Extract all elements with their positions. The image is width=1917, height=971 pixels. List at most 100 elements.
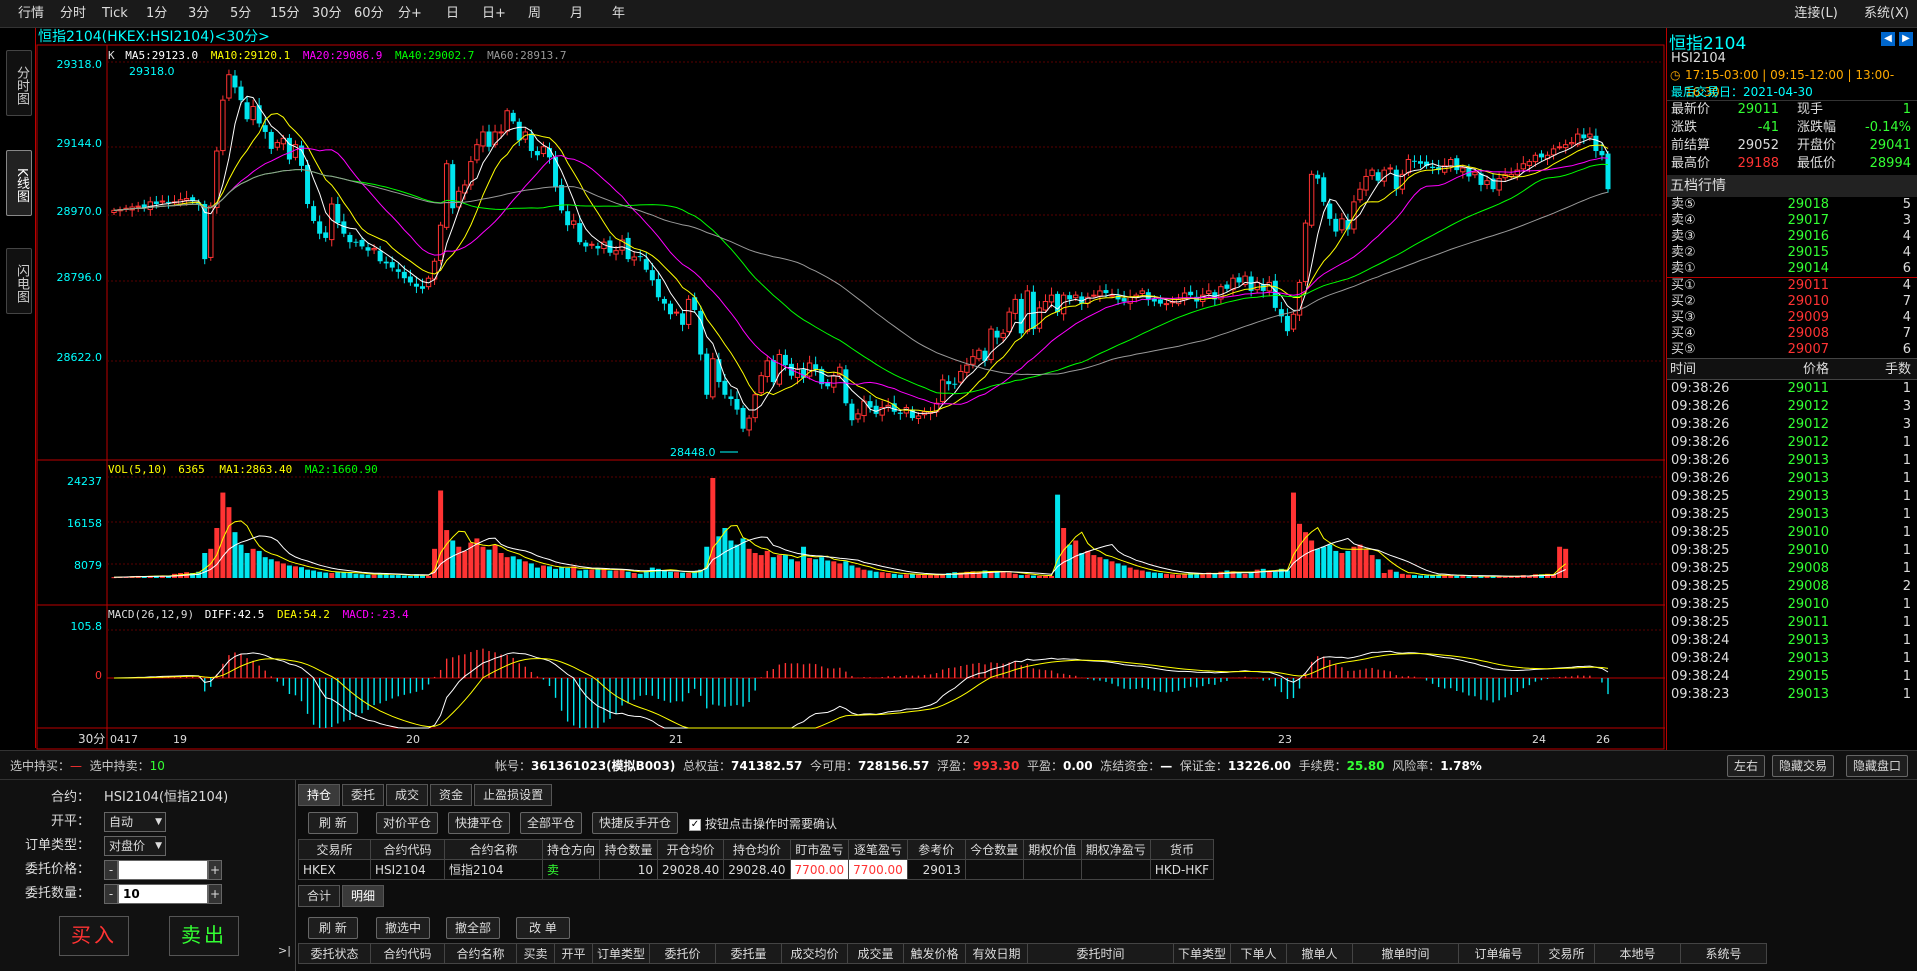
tab-day-plus[interactable]: 日+ (482, 0, 506, 28)
sidetab-timeshare[interactable]: 分时图 (6, 50, 32, 116)
price-increment-button[interactable]: + (208, 860, 222, 880)
column-header[interactable]: 有效日期 (965, 943, 1029, 964)
tab-day[interactable]: 日 (446, 0, 459, 28)
tab-1min[interactable]: 1分 (146, 0, 167, 28)
tab-tick[interactable]: Tick (102, 0, 128, 28)
cancel-selected-button[interactable]: 撤选中 (376, 917, 431, 939)
qty-increment-button[interactable]: + (208, 884, 222, 904)
refresh-orders-button[interactable]: 刷 新 (308, 917, 358, 939)
order-type-select[interactable]: 对盘价 ▼ (104, 836, 166, 856)
column-header[interactable]: 合约名称 (444, 839, 543, 860)
depth-row[interactable]: 买⑤ 29007 6 (1667, 342, 1917, 358)
depth-row[interactable]: 卖① 29014 6 (1667, 261, 1917, 277)
tab-timeshare[interactable]: 分时 (60, 0, 86, 28)
column-header[interactable]: 委托时间 (1027, 943, 1175, 964)
order-price-input[interactable] (118, 860, 208, 880)
system-menu[interactable]: 系统(X) (1864, 6, 1909, 21)
tab-funds[interactable]: 资金 (430, 784, 473, 806)
collapse-panel-icon[interactable]: >| (278, 944, 291, 957)
column-header[interactable]: 撤单人 (1286, 943, 1354, 964)
qty-decrement-button[interactable]: - (104, 884, 118, 904)
depth-row[interactable]: 卖② 29015 4 (1667, 245, 1917, 261)
column-header[interactable]: 本地号 (1594, 943, 1682, 964)
close-all-button[interactable]: 全部平仓 (520, 812, 583, 834)
tab-summary[interactable]: 合计 (298, 885, 341, 907)
column-header[interactable]: 开仓均价 (657, 839, 725, 860)
column-header[interactable]: 成交量 (847, 943, 905, 964)
next-contract-icon[interactable]: ▶ (1899, 32, 1913, 46)
column-header[interactable]: 期权净盈亏 (1080, 839, 1151, 860)
depth-row[interactable]: 买③ 29009 4 (1667, 310, 1917, 326)
kline-svg[interactable]: 恒指2104(HKEX:HSI2104)<30分> K MA5:29123.0 … (36, 28, 1666, 750)
tab-orders[interactable]: 委托 (342, 784, 385, 806)
tab-trades[interactable]: 成交 (386, 784, 429, 806)
hide-trade-button[interactable]: 隐藏交易 (1772, 755, 1835, 777)
hide-window-button[interactable]: 隐藏盘口 (1846, 755, 1909, 777)
tab-30min[interactable]: 30分 (312, 0, 342, 28)
prev-contract-icon[interactable]: ◀ (1881, 32, 1895, 46)
column-header[interactable]: 下单类型 (1173, 943, 1232, 964)
column-header[interactable]: 期权价值 (1022, 839, 1082, 860)
tab-3min[interactable]: 3分 (188, 0, 209, 28)
buy-button[interactable]: 买入 (59, 916, 129, 956)
sidetab-kline[interactable]: K线图 (6, 150, 32, 216)
tab-min-plus[interactable]: 分+ (398, 0, 422, 28)
column-header[interactable]: 参考价 (906, 839, 966, 860)
column-header[interactable]: 订单编号 (1458, 943, 1540, 964)
tab-quotes[interactable]: 行情 (18, 0, 44, 28)
column-header[interactable]: 货币 (1149, 839, 1215, 860)
tab-positions[interactable]: 持仓 (298, 784, 341, 806)
close-at-opposite-button[interactable]: 对价平仓 (376, 812, 439, 834)
column-header[interactable]: 触发价格 (903, 943, 967, 964)
column-header[interactable]: 盯市盈亏 (789, 839, 850, 860)
confirm-checkbox[interactable]: ✓ 按钮点击操作时需要确认 (689, 815, 837, 832)
column-header[interactable]: 合约代码 (370, 839, 445, 860)
column-header[interactable]: 委托量 (715, 943, 783, 964)
connect-menu[interactable]: 连接(L) (1794, 6, 1837, 21)
column-header[interactable]: 合约代码 (370, 943, 445, 964)
tab-60min[interactable]: 60分 (354, 0, 384, 28)
column-header[interactable]: 交易所 (1538, 943, 1596, 964)
column-header[interactable]: 订单类型 (591, 943, 651, 964)
order-qty-input[interactable]: 10 (118, 884, 208, 904)
column-header[interactable]: 委托状态 (298, 943, 371, 964)
depth-row[interactable]: 卖③ 29016 4 (1667, 229, 1917, 245)
quick-reverse-button[interactable]: 快捷反手开仓 (592, 812, 679, 834)
tab-stop-settings[interactable]: 止盈损设置 (474, 784, 553, 806)
price-decrement-button[interactable]: - (104, 860, 118, 880)
column-header[interactable]: 成交均价 (781, 943, 849, 964)
column-header[interactable]: 持仓均价 (723, 839, 791, 860)
depth-row[interactable]: 买① 29011 4 (1667, 278, 1917, 294)
refresh-positions-button[interactable]: 刷 新 (308, 812, 358, 834)
position-row[interactable]: HKEX HSI2104 恒指2104 卖 10 29028.40 29028.40 7700… (298, 859, 1215, 880)
column-header[interactable]: 系统号 (1680, 943, 1768, 964)
quick-close-button[interactable]: 快捷平仓 (448, 812, 511, 834)
column-header[interactable]: 开平 (554, 943, 593, 964)
cancel-all-button[interactable]: 撤全部 (446, 917, 501, 939)
tab-5min[interactable]: 5分 (230, 0, 251, 28)
tab-week[interactable]: 周 (528, 0, 541, 28)
column-header[interactable]: 合约名称 (444, 943, 517, 964)
depth-row[interactable]: 买② 29010 7 (1667, 294, 1917, 310)
column-header[interactable]: 撤单时间 (1352, 943, 1460, 964)
column-header[interactable]: 持仓方向 (541, 839, 601, 860)
column-header[interactable]: 持仓数量 (599, 839, 659, 860)
tab-year[interactable]: 年 (612, 0, 625, 28)
modify-order-button[interactable]: 改 单 (516, 917, 570, 939)
depth-row[interactable]: 买④ 29008 7 (1667, 326, 1917, 342)
sidetab-flash[interactable]: 闪电图 (6, 248, 32, 314)
column-header[interactable]: 交易所 (298, 839, 371, 860)
layout-lr-button[interactable]: 左右 (1727, 755, 1766, 777)
sell-button[interactable]: 卖出 (169, 916, 239, 956)
column-header[interactable]: 下单人 (1230, 943, 1288, 964)
depth-row[interactable]: 卖④ 29017 3 (1667, 213, 1917, 229)
depth-row[interactable]: 卖⑤ 29018 5 (1667, 197, 1917, 213)
kline-chart[interactable]: 恒指2104(HKEX:HSI2104)<30分> K MA5:29123.0 … (36, 28, 1666, 750)
open-close-select[interactable]: 自动 ▼ (104, 812, 166, 832)
column-header[interactable]: 逐笔盈亏 (848, 839, 908, 860)
column-header[interactable]: 委托价 (649, 943, 717, 964)
tab-15min[interactable]: 15分 (270, 0, 300, 28)
column-header[interactable]: 今仓数量 (964, 839, 1024, 860)
column-header[interactable]: 买卖 (516, 943, 555, 964)
tab-detail[interactable]: 明细 (342, 885, 385, 907)
